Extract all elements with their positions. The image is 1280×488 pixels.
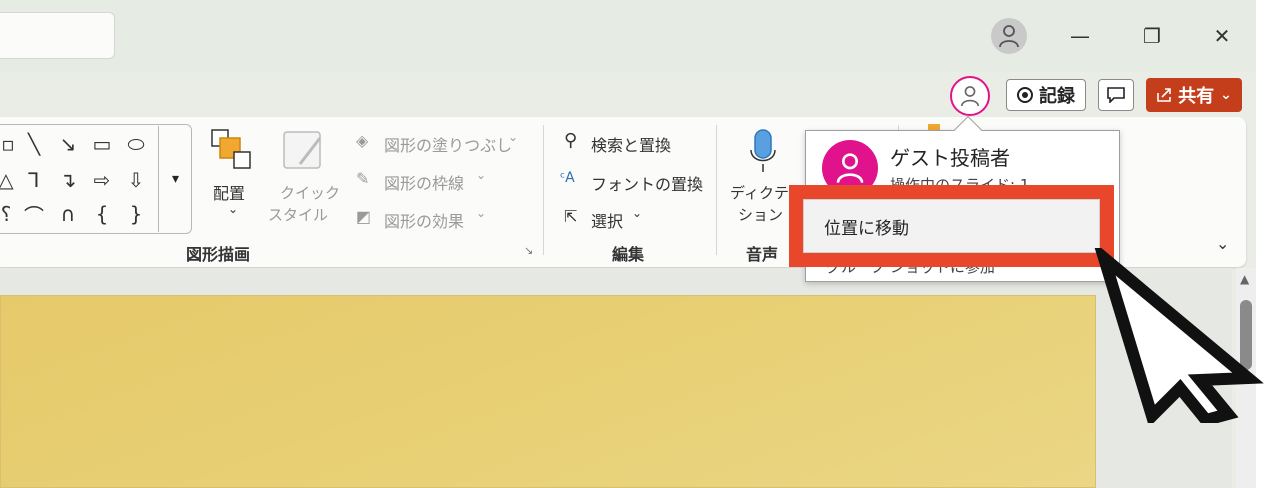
pointer-cursor-icon — [1088, 240, 1273, 428]
comments-button[interactable] — [1098, 79, 1134, 111]
shape-fill-button[interactable]: 図形の塗りつぶし — [384, 132, 512, 156]
chevron-down-icon: ⌄ — [508, 130, 519, 144]
chevron-down-icon: ⌄ — [476, 206, 487, 220]
shape-wave-icon[interactable]: ∩ — [53, 199, 83, 229]
person-icon — [836, 153, 864, 184]
collaborator-avatar[interactable] — [950, 76, 990, 116]
quick-style-line1[interactable]: クイック — [280, 182, 340, 203]
arrange-icon — [210, 128, 254, 172]
pen-icon: ✎ — [356, 169, 370, 188]
replace-font-button[interactable]: フォントの置換 — [591, 171, 703, 195]
cursor-icon: ⇱ — [564, 207, 578, 226]
dialog-launcher-icon[interactable]: ↘ — [524, 244, 533, 257]
gallery-more-button[interactable]: ▾ — [158, 126, 192, 232]
restore-icon: ❐ — [1143, 24, 1161, 48]
shape-elbow-arrow-icon[interactable]: ↴ — [53, 165, 83, 195]
shape-arrow-line-icon[interactable]: ↘ — [53, 129, 83, 159]
close-button[interactable]: ✕ — [1202, 20, 1242, 52]
share-icon — [1157, 88, 1171, 102]
find-replace-button[interactable]: 検索と置換 — [591, 132, 671, 156]
minimize-button[interactable]: — — [1060, 20, 1100, 52]
record-label: 記録 — [1039, 86, 1075, 107]
shape-triangle-icon[interactable]: △ — [0, 165, 21, 195]
shape-right-arrow-icon[interactable]: ⇨ — [87, 165, 117, 195]
guest-name: ゲスト投稿者 — [890, 146, 1010, 170]
drawing-group-label: 図形描画 — [186, 245, 251, 264]
shape-line-icon[interactable]: ╲ — [19, 129, 49, 159]
quick-style-icon — [282, 128, 326, 174]
chevron-down-icon: ⌄ — [228, 202, 239, 216]
effects-icon: ◩ — [356, 207, 372, 226]
quick-style-line2[interactable]: スタイル — [268, 204, 328, 225]
shape-oval-icon[interactable]: ⬭ — [121, 129, 151, 159]
person-icon — [961, 86, 979, 107]
minimize-icon: — — [1070, 24, 1090, 48]
search-input[interactable] — [0, 12, 115, 59]
shape-outline-button[interactable]: 図形の枠線 — [384, 170, 464, 194]
record-icon — [1017, 87, 1033, 103]
comment-icon — [1107, 87, 1125, 103]
chevron-down-icon: ⌄ — [476, 168, 487, 182]
group-separator — [543, 125, 544, 255]
shape-right-brace-icon[interactable]: } — [121, 199, 151, 229]
highlight-box — [789, 185, 1114, 267]
account-avatar[interactable] — [991, 18, 1027, 54]
chevron-down-icon: ⌄ — [1220, 87, 1232, 103]
arrange-button[interactable]: 配置 — [213, 180, 245, 204]
group-separator — [716, 125, 717, 255]
share-label: 共有 — [1178, 86, 1215, 107]
record-button[interactable]: 記録 — [1006, 79, 1086, 111]
shape-effects-button[interactable]: 図形の効果 — [384, 208, 464, 232]
shape-rectangle-icon[interactable]: ▭ — [87, 129, 117, 159]
restore-button[interactable]: ❐ — [1132, 20, 1172, 52]
replace-font-icon: ᶜA — [560, 170, 575, 186]
share-button[interactable]: 共有 ⌄ — [1146, 78, 1242, 112]
chevron-down-icon: ⌄ — [632, 206, 643, 220]
editing-group-label: 編集 — [612, 245, 645, 264]
more-icon: ▾ — [171, 171, 180, 187]
search-icon: ⚲ — [564, 130, 578, 151]
shape-left-brace-icon[interactable]: { — [87, 199, 117, 229]
paint-bucket-icon: ◈ — [356, 131, 369, 150]
dictate-line2[interactable]: ション — [738, 204, 783, 225]
shape-down-arrow-icon[interactable]: ⇩ — [121, 165, 151, 195]
close-icon: ✕ — [1213, 24, 1231, 48]
person-icon — [999, 25, 1019, 48]
voice-group-label: 音声 — [746, 245, 779, 264]
shape-curve-icon[interactable]: ⸮ — [0, 199, 21, 229]
shape-elbow-connector-icon[interactable]: ⅂ — [19, 165, 49, 195]
shape-arc-icon[interactable]: ⌒ — [19, 199, 49, 229]
microphone-icon — [748, 128, 778, 174]
slide[interactable] — [0, 295, 1096, 488]
select-button[interactable]: 選択 — [591, 208, 623, 232]
